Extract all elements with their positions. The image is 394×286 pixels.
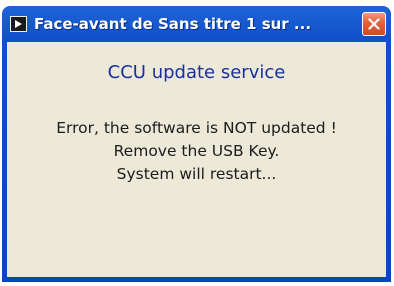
close-x-icon bbox=[368, 18, 380, 30]
labview-front-panel-icon[interactable] bbox=[10, 16, 27, 32]
window-title: Face-avant de Sans titre 1 sur ... bbox=[34, 15, 312, 33]
dialog-window: Face-avant de Sans titre 1 sur ... CCU u… bbox=[2, 6, 391, 282]
window-client-area: CCU update service Error, the software i… bbox=[7, 42, 386, 277]
title-bar[interactable]: Face-avant de Sans titre 1 sur ... bbox=[7, 6, 386, 42]
dialog-heading: CCU update service bbox=[107, 62, 286, 83]
instruction-message-line: Remove the USB Key. bbox=[113, 142, 280, 160]
close-button[interactable] bbox=[362, 12, 386, 36]
restart-message-line: System will restart... bbox=[116, 165, 277, 183]
error-message-line: Error, the software is NOT updated ! bbox=[56, 119, 337, 137]
